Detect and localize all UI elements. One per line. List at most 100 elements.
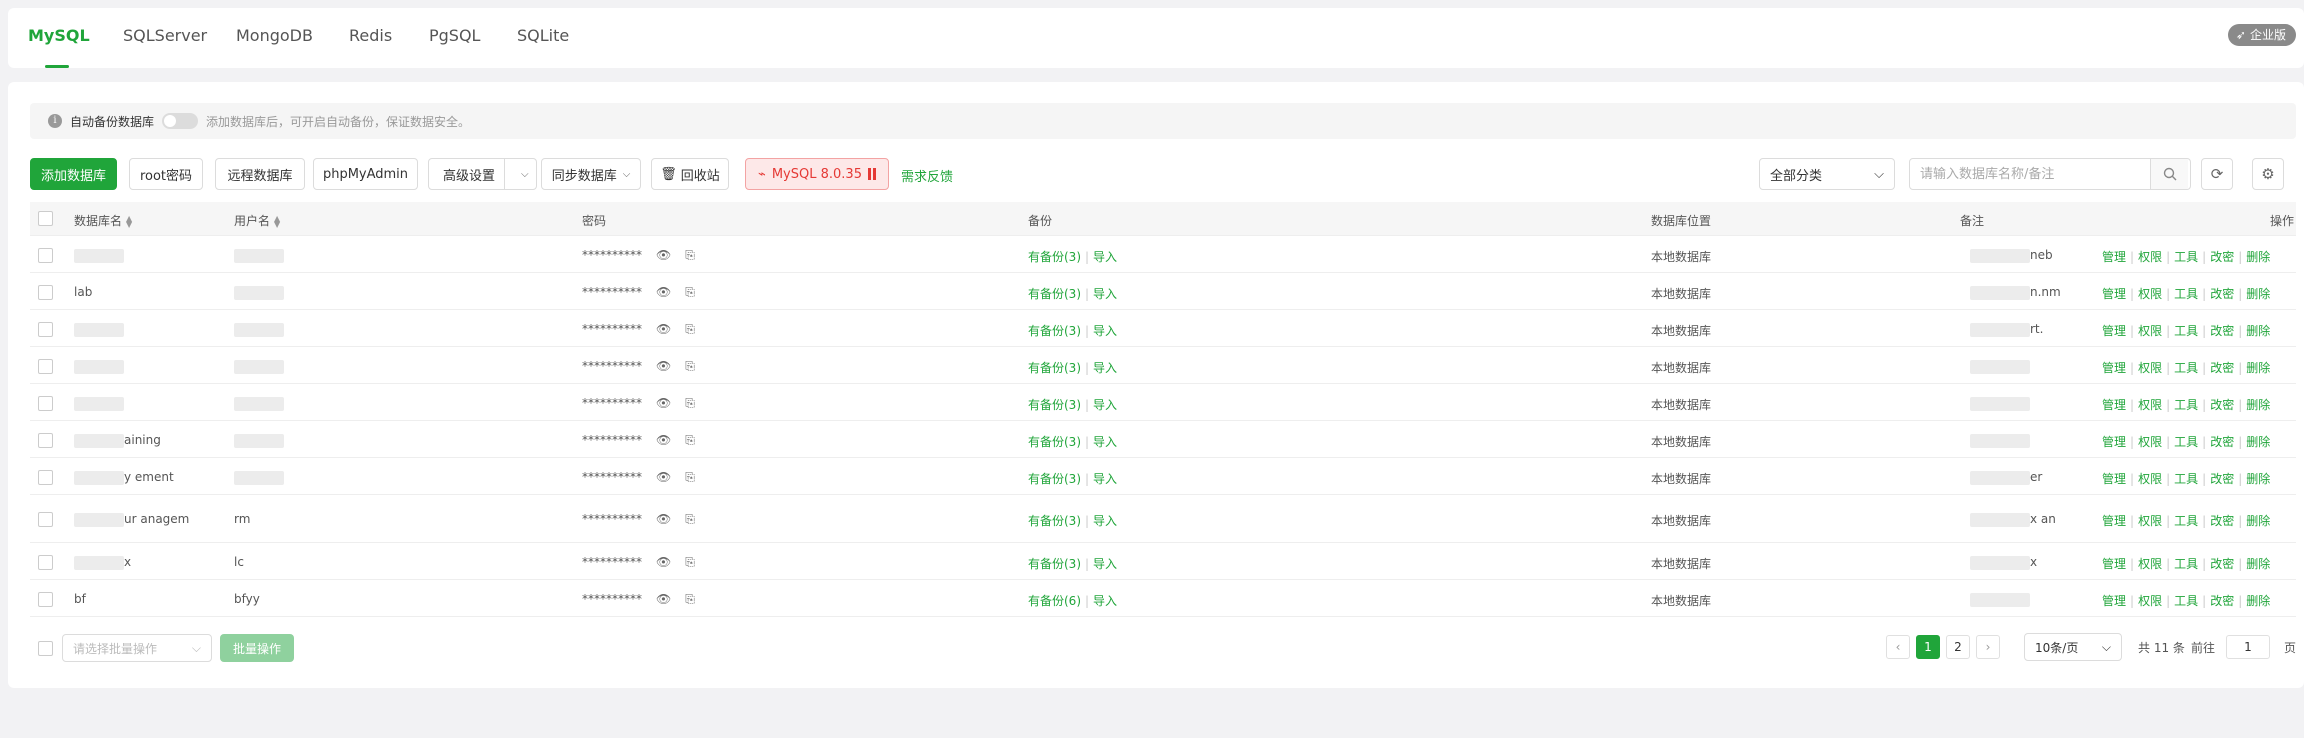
sync-database-dropdown[interactable]: 同步数据库 ⌵ bbox=[541, 158, 641, 190]
note-cell[interactable]: neb bbox=[1970, 248, 2053, 263]
row-checkbox[interactable] bbox=[38, 359, 53, 374]
note-cell[interactable] bbox=[1970, 433, 2030, 448]
note-cell[interactable]: x an bbox=[1970, 512, 2056, 527]
copy-icon[interactable]: ⎘ bbox=[685, 555, 695, 570]
feedback-link[interactable]: 需求反馈 bbox=[901, 166, 953, 185]
action-tools[interactable]: 工具 bbox=[2174, 472, 2198, 486]
action-tools[interactable]: 工具 bbox=[2174, 594, 2198, 608]
action-permissions[interactable]: 权限 bbox=[2138, 287, 2162, 301]
note-cell[interactable]: n.nm bbox=[1970, 285, 2061, 300]
remote-database-button[interactable]: 远程数据库 bbox=[215, 158, 305, 190]
note-cell[interactable] bbox=[1970, 396, 2030, 411]
page-size-select[interactable]: 10条/页 ⌵ bbox=[2024, 633, 2122, 661]
action-permissions[interactable]: 权限 bbox=[2138, 557, 2162, 571]
copy-icon[interactable]: ⎘ bbox=[685, 470, 695, 485]
import-link[interactable]: 导入 bbox=[1093, 435, 1117, 449]
eye-icon[interactable]: 👁 bbox=[656, 248, 671, 263]
action-manage[interactable]: 管理 bbox=[2102, 250, 2126, 264]
action-tools[interactable]: 工具 bbox=[2174, 361, 2198, 375]
chevron-down-icon[interactable]: ⌵ bbox=[521, 169, 529, 180]
row-checkbox[interactable] bbox=[38, 512, 53, 527]
action-change-password[interactable]: 改密 bbox=[2210, 472, 2234, 486]
import-link[interactable]: 导入 bbox=[1093, 398, 1117, 412]
row-checkbox[interactable] bbox=[38, 248, 53, 263]
action-permissions[interactable]: 权限 bbox=[2138, 398, 2162, 412]
eye-icon[interactable]: 👁 bbox=[656, 592, 671, 607]
import-link[interactable]: 导入 bbox=[1093, 287, 1117, 301]
action-delete[interactable]: 删除 bbox=[2246, 324, 2270, 338]
row-checkbox[interactable] bbox=[38, 470, 53, 485]
page-2-button[interactable]: 2 bbox=[1946, 635, 1970, 659]
mysql-version-button[interactable]: ⌁ MySQL 8.0.35 bbox=[745, 158, 889, 190]
action-change-password[interactable]: 改密 bbox=[2210, 594, 2234, 608]
tab-redis[interactable]: Redis bbox=[349, 26, 392, 45]
action-manage[interactable]: 管理 bbox=[2102, 557, 2126, 571]
action-manage[interactable]: 管理 bbox=[2102, 435, 2126, 449]
row-checkbox[interactable] bbox=[38, 396, 53, 411]
backup-link[interactable]: 有备份(3) bbox=[1028, 250, 1081, 264]
action-tools[interactable]: 工具 bbox=[2174, 514, 2198, 528]
eye-icon[interactable]: 👁 bbox=[656, 555, 671, 570]
eye-icon[interactable]: 👁 bbox=[656, 433, 671, 448]
copy-icon[interactable]: ⎘ bbox=[685, 285, 695, 300]
action-change-password[interactable]: 改密 bbox=[2210, 324, 2234, 338]
backup-link[interactable]: 有备份(3) bbox=[1028, 361, 1081, 375]
copy-icon[interactable]: ⎘ bbox=[685, 322, 695, 337]
tab-mongodb[interactable]: MongoDB bbox=[236, 26, 313, 45]
action-tools[interactable]: 工具 bbox=[2174, 287, 2198, 301]
action-permissions[interactable]: 权限 bbox=[2138, 514, 2162, 528]
select-all-checkbox[interactable] bbox=[38, 211, 53, 226]
tab-pgsql[interactable]: PgSQL bbox=[429, 26, 480, 45]
row-checkbox[interactable] bbox=[38, 285, 53, 300]
action-permissions[interactable]: 权限 bbox=[2138, 361, 2162, 375]
copy-icon[interactable]: ⎘ bbox=[685, 248, 695, 263]
goto-page-input[interactable]: 1 bbox=[2226, 635, 2270, 659]
batch-operation-button[interactable]: 批量操作 bbox=[220, 634, 294, 662]
search-input[interactable] bbox=[1910, 159, 2150, 189]
note-cell[interactable] bbox=[1970, 359, 2030, 374]
action-manage[interactable]: 管理 bbox=[2102, 361, 2126, 375]
action-delete[interactable]: 删除 bbox=[2246, 594, 2270, 608]
action-change-password[interactable]: 改密 bbox=[2210, 398, 2234, 412]
copy-icon[interactable]: ⎘ bbox=[685, 433, 695, 448]
backup-link[interactable]: 有备份(3) bbox=[1028, 398, 1081, 412]
action-permissions[interactable]: 权限 bbox=[2138, 250, 2162, 264]
action-delete[interactable]: 删除 bbox=[2246, 250, 2270, 264]
eye-icon[interactable]: 👁 bbox=[656, 396, 671, 411]
recycle-bin-button[interactable]: 🗑 回收站 bbox=[651, 158, 729, 190]
import-link[interactable]: 导入 bbox=[1093, 324, 1117, 338]
backup-link[interactable]: 有备份(3) bbox=[1028, 435, 1081, 449]
eye-icon[interactable]: 👁 bbox=[656, 470, 671, 485]
tab-sqlserver[interactable]: SQLServer bbox=[123, 26, 207, 45]
import-link[interactable]: 导入 bbox=[1093, 472, 1117, 486]
row-checkbox[interactable] bbox=[38, 555, 53, 570]
action-tools[interactable]: 工具 bbox=[2174, 435, 2198, 449]
backup-link[interactable]: 有备份(3) bbox=[1028, 324, 1081, 338]
action-delete[interactable]: 删除 bbox=[2246, 361, 2270, 375]
tab-sqlite[interactable]: SQLite bbox=[517, 26, 569, 45]
action-permissions[interactable]: 权限 bbox=[2138, 435, 2162, 449]
action-delete[interactable]: 删除 bbox=[2246, 287, 2270, 301]
copy-icon[interactable]: ⎘ bbox=[685, 512, 695, 527]
prev-page-button[interactable]: ‹ bbox=[1886, 635, 1910, 659]
action-manage[interactable]: 管理 bbox=[2102, 287, 2126, 301]
page-1-button[interactable]: 1 bbox=[1916, 635, 1940, 659]
import-link[interactable]: 导入 bbox=[1093, 594, 1117, 608]
tab-mysql[interactable]: MySQL bbox=[28, 26, 90, 45]
enterprise-badge[interactable]: ➶ 企业版 bbox=[2227, 24, 2296, 46]
backup-link[interactable]: 有备份(3) bbox=[1028, 472, 1081, 486]
refresh-icon[interactable]: ⟳ bbox=[2201, 158, 2233, 190]
settings-gear-icon[interactable]: ⚙ bbox=[2252, 158, 2284, 190]
next-page-button[interactable]: › bbox=[1976, 635, 2000, 659]
action-change-password[interactable]: 改密 bbox=[2210, 557, 2234, 571]
action-permissions[interactable]: 权限 bbox=[2138, 594, 2162, 608]
action-manage[interactable]: 管理 bbox=[2102, 324, 2126, 338]
action-delete[interactable]: 删除 bbox=[2246, 472, 2270, 486]
auto-backup-toggle[interactable] bbox=[162, 113, 199, 129]
action-change-password[interactable]: 改密 bbox=[2210, 287, 2234, 301]
copy-icon[interactable]: ⎘ bbox=[685, 359, 695, 374]
eye-icon[interactable]: 👁 bbox=[656, 512, 671, 527]
action-manage[interactable]: 管理 bbox=[2102, 514, 2126, 528]
note-cell[interactable] bbox=[1970, 592, 2030, 607]
row-checkbox[interactable] bbox=[38, 433, 53, 448]
